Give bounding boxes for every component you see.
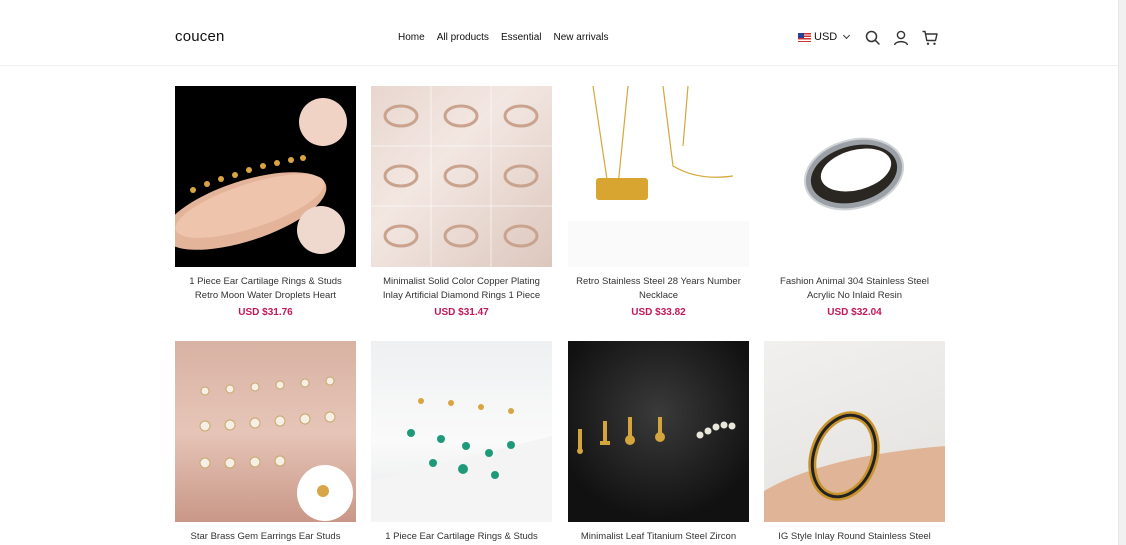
product-card[interactable]: Minimalist Leaf Titanium Steel Zircon Li… xyxy=(568,341,749,545)
main-nav: Home All products Essential New arrivals xyxy=(398,32,609,43)
product-title[interactable]: 1 Piece Ear Cartilage Rings & Studs Swe xyxy=(371,530,552,545)
product-price: USD $31.76 xyxy=(238,307,293,318)
store-logo[interactable]: coucen xyxy=(175,28,225,45)
cart-icon[interactable] xyxy=(921,29,939,47)
product-image[interactable] xyxy=(175,86,356,267)
site-header: coucen Home All products Essential New a… xyxy=(0,0,1118,66)
product-image[interactable] xyxy=(764,341,945,522)
nav-essential[interactable]: Essential xyxy=(501,32,542,43)
nav-new-arrivals[interactable]: New arrivals xyxy=(554,32,609,43)
us-flag-icon xyxy=(798,32,811,42)
product-card[interactable]: Retro Stainless Steel 28 Years Number Ne… xyxy=(568,86,749,318)
nav-home[interactable]: Home xyxy=(398,32,425,43)
product-title[interactable]: IG Style Inlay Round Stainless Steel Zir… xyxy=(764,530,945,545)
product-title[interactable]: Star Brass Gem Earrings Ear Studs xyxy=(175,530,356,545)
product-title[interactable]: Minimalist Solid Color Copper Plating In… xyxy=(371,275,552,302)
product-card[interactable]: Star Brass Gem Earrings Ear Studs xyxy=(175,341,356,545)
product-image[interactable] xyxy=(175,341,356,522)
currency-code: USD xyxy=(814,31,838,43)
product-card[interactable]: 1 Piece Ear Cartilage Rings & Studs Retr… xyxy=(175,86,356,318)
product-price: USD $33.82 xyxy=(631,307,686,318)
product-price: USD $31.47 xyxy=(434,307,489,318)
product-title[interactable]: Minimalist Leaf Titanium Steel Zircon Li… xyxy=(568,530,749,545)
product-image[interactable] xyxy=(568,86,749,267)
currency-selector[interactable]: USD xyxy=(798,31,851,43)
product-image[interactable] xyxy=(371,341,552,522)
product-card[interactable]: Minimalist Solid Color Copper Plating In… xyxy=(371,86,552,318)
product-card[interactable]: IG Style Inlay Round Stainless Steel Zir… xyxy=(764,341,945,545)
nav-all-products[interactable]: All products xyxy=(437,32,489,43)
product-title[interactable]: 1 Piece Ear Cartilage Rings & Studs Retr… xyxy=(175,275,356,302)
product-image[interactable] xyxy=(371,86,552,267)
scrollbar[interactable] xyxy=(1118,0,1126,545)
product-card[interactable]: Fashion Animal 304 Stainless Steel Acryl… xyxy=(764,86,945,318)
product-price: USD $32.04 xyxy=(827,307,882,318)
product-image[interactable] xyxy=(764,86,945,267)
account-icon[interactable] xyxy=(892,29,910,47)
product-title[interactable]: Fashion Animal 304 Stainless Steel Acryl… xyxy=(764,275,945,302)
product-title[interactable]: Retro Stainless Steel 28 Years Number Ne… xyxy=(568,275,749,302)
product-image[interactable] xyxy=(568,341,749,522)
search-icon[interactable] xyxy=(864,29,882,47)
product-card[interactable]: 1 Piece Ear Cartilage Rings & Studs Swe xyxy=(371,341,552,545)
chevron-down-icon xyxy=(843,31,851,40)
